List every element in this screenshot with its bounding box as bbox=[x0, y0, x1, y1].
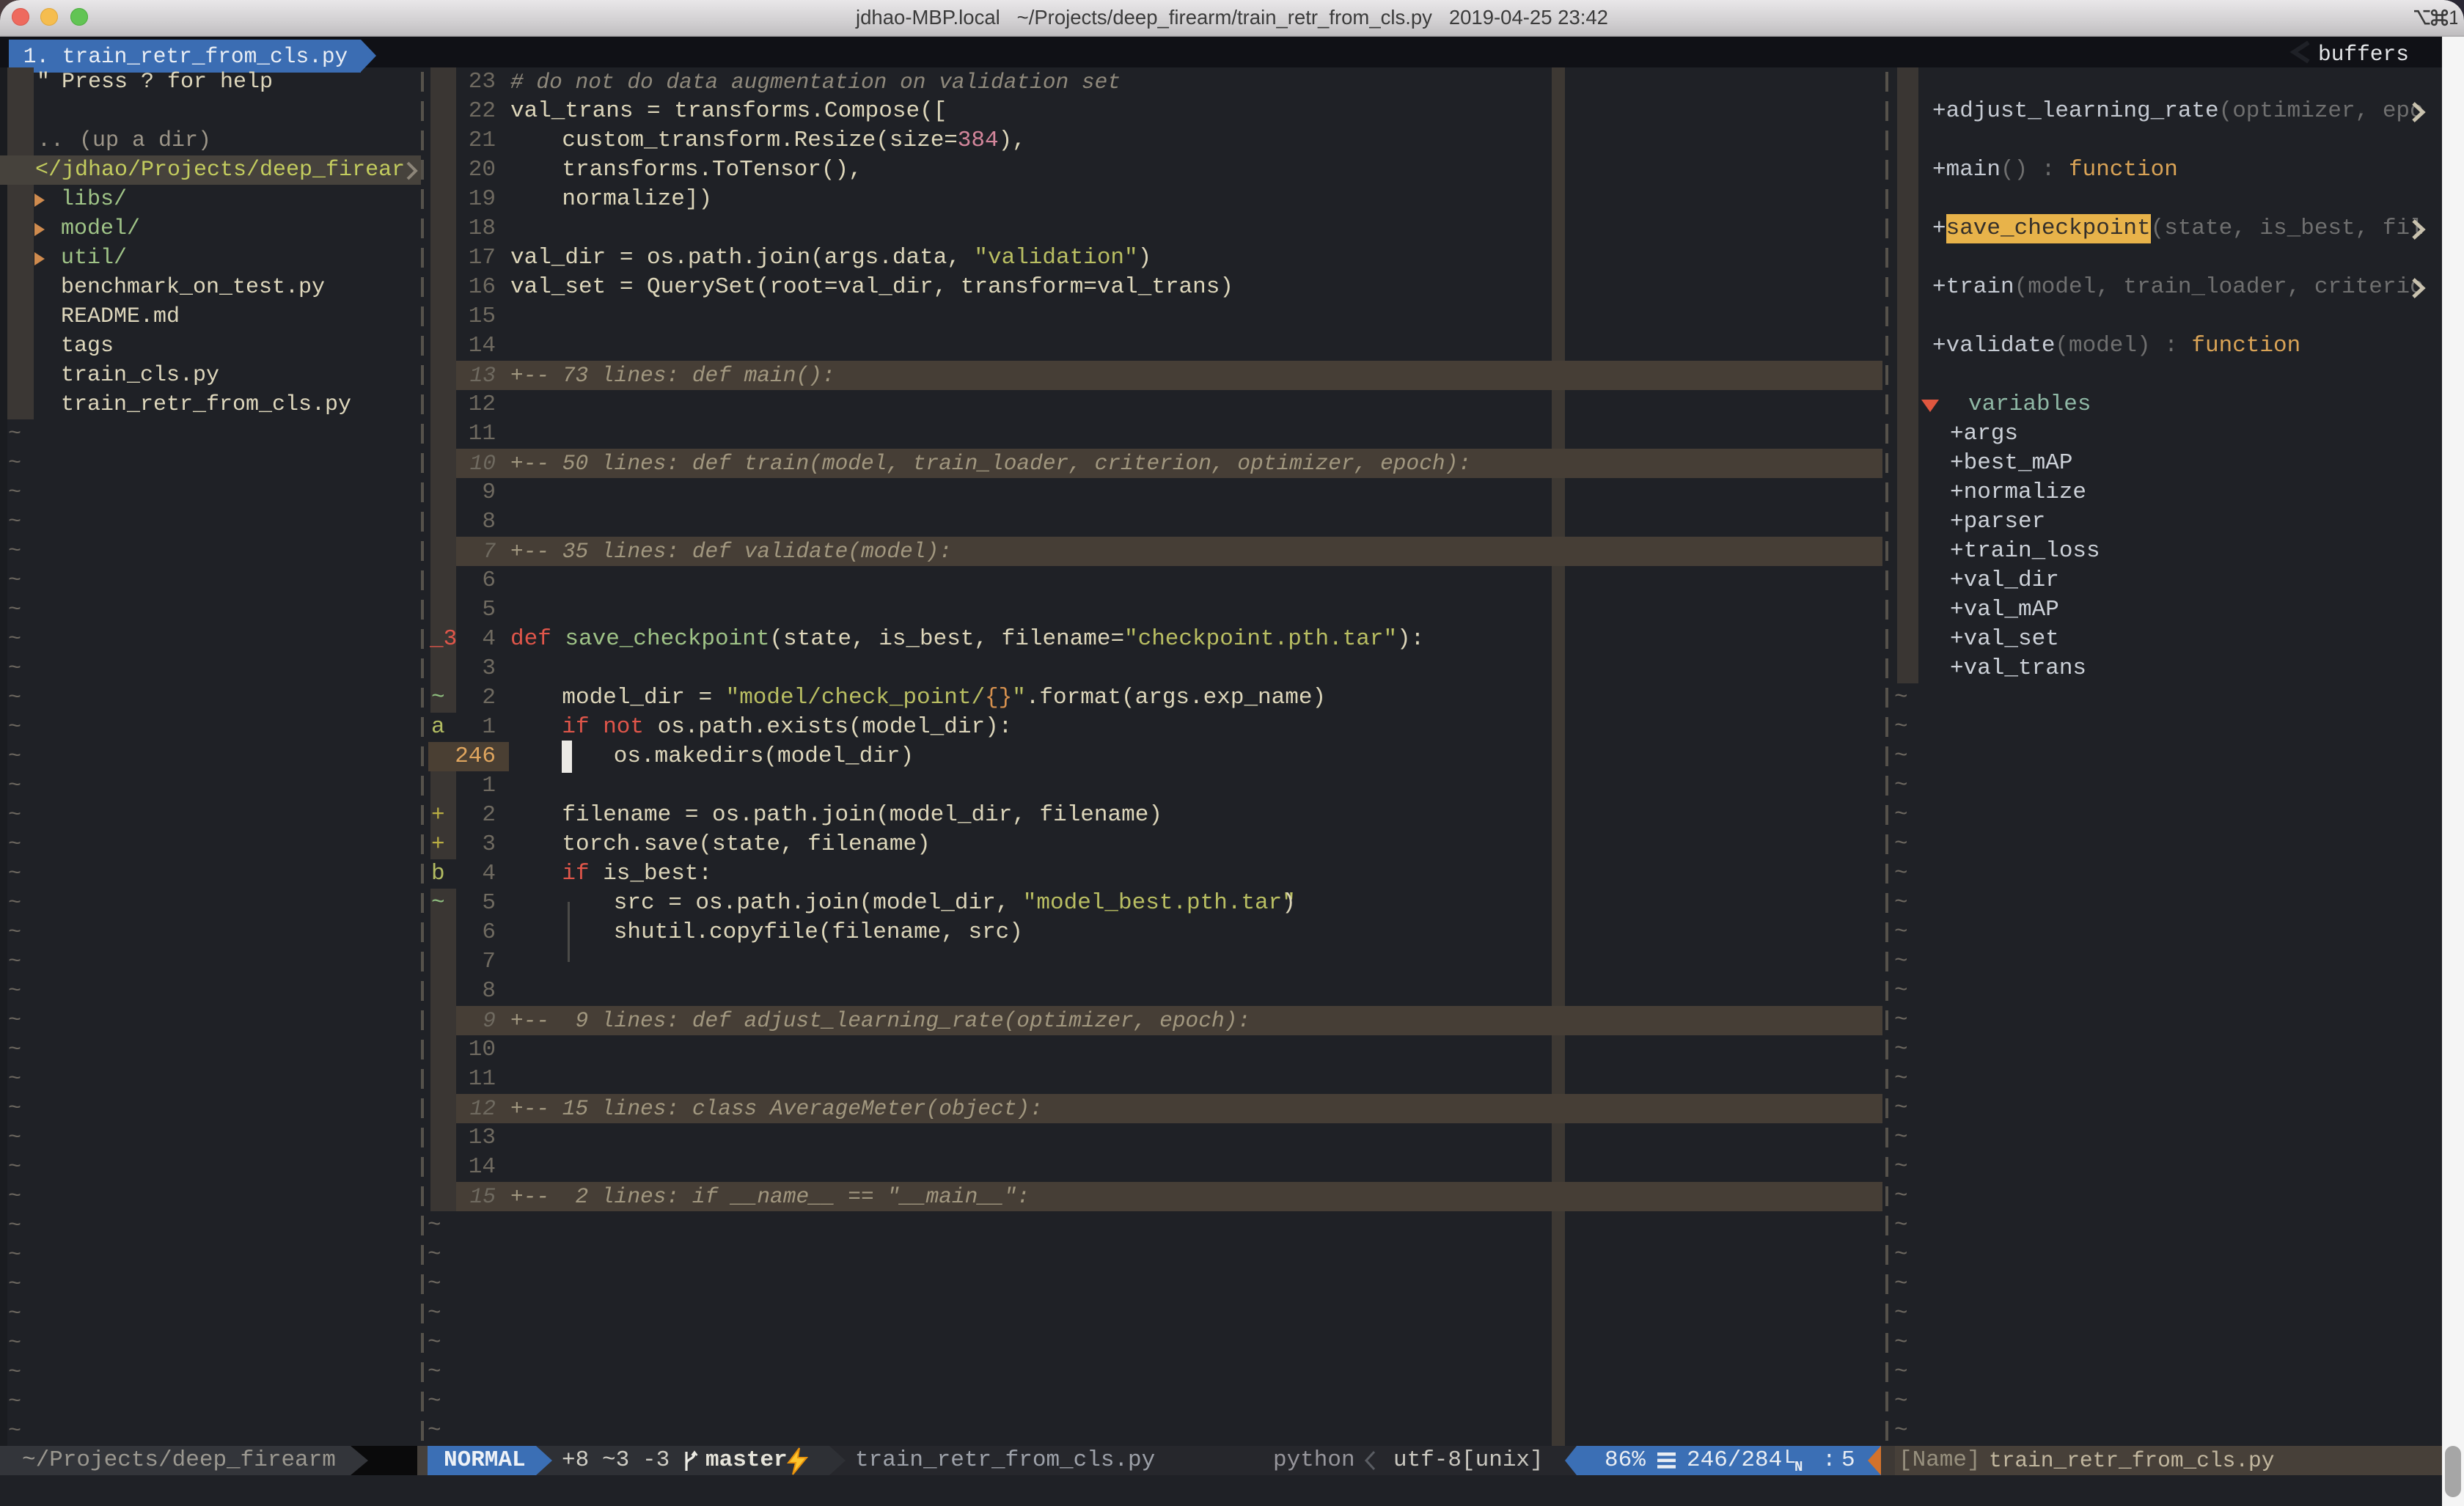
svg-text:1: 1 bbox=[2449, 9, 2457, 26]
